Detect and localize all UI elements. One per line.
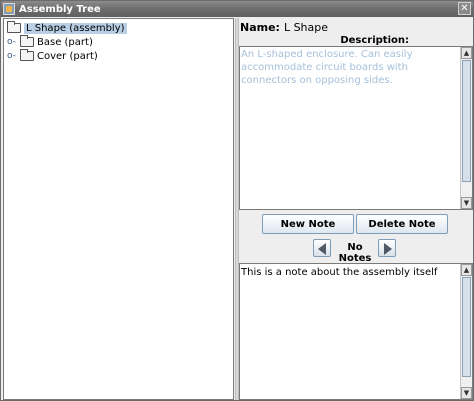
details-pane: Name: L Shape Description: An L-shaped e…: [239, 18, 473, 400]
name-value: L Shape: [283, 20, 329, 34]
folder-icon: [20, 49, 34, 61]
note-text-area[interactable]: This is a note about the assembly itself…: [239, 263, 473, 400]
folder-icon: [7, 21, 21, 33]
scroll-up-icon[interactable]: ▲: [461, 47, 472, 59]
note-navigation: No Notes: [239, 239, 473, 264]
tree-node-label: Cover (part): [37, 50, 98, 62]
note-text: This is a note about the assembly itself: [241, 267, 438, 278]
note-status: No Notes: [338, 242, 372, 264]
new-note-button[interactable]: New Note: [262, 214, 354, 234]
scroll-thumb[interactable]: [462, 277, 471, 377]
scroll-up-icon[interactable]: ▲: [461, 264, 472, 276]
title-bar[interactable]: Assembly Tree ✕: [1, 1, 473, 17]
arrow-left-icon: [318, 243, 326, 255]
tree-node-label: L Shape (assembly): [24, 22, 127, 34]
tree-node-cover[interactable]: o- Cover (part): [7, 49, 98, 63]
name-row: Name: L Shape: [239, 19, 473, 35]
tree-node-label: Base (part): [37, 36, 93, 48]
app-icon: [3, 3, 15, 15]
description-text: An L-shaped enclosure. Can easily accomm…: [241, 49, 413, 86]
previous-note-button[interactable]: [313, 239, 331, 257]
scroll-down-icon[interactable]: ▼: [461, 197, 472, 209]
scroll-thumb[interactable]: [462, 60, 471, 182]
description-scrollbar[interactable]: ▲ ▼: [460, 47, 472, 209]
assembly-tree-window: Assembly Tree ✕ L Shape (assembly) o- Ba…: [0, 0, 474, 401]
expand-handle-icon[interactable]: o-: [7, 51, 17, 61]
expand-handle-icon[interactable]: o-: [7, 37, 17, 47]
scroll-down-icon[interactable]: ▼: [461, 387, 472, 399]
next-note-button[interactable]: [378, 239, 396, 257]
tree-node-base[interactable]: o- Base (part): [7, 35, 93, 49]
name-label: Name:: [240, 20, 280, 34]
window-title: Assembly Tree: [19, 3, 101, 15]
close-button[interactable]: ✕: [458, 2, 471, 15]
note-scrollbar[interactable]: ▲ ▼: [460, 264, 472, 399]
assembly-tree[interactable]: L Shape (assembly) o- Base (part) o- Cov…: [3, 18, 234, 400]
delete-note-button[interactable]: Delete Note: [356, 214, 448, 234]
tree-node-root[interactable]: L Shape (assembly): [7, 21, 127, 35]
arrow-right-icon: [384, 243, 392, 255]
folder-icon: [20, 35, 34, 47]
description-area[interactable]: An L-shaped enclosure. Can easily accomm…: [239, 46, 473, 210]
